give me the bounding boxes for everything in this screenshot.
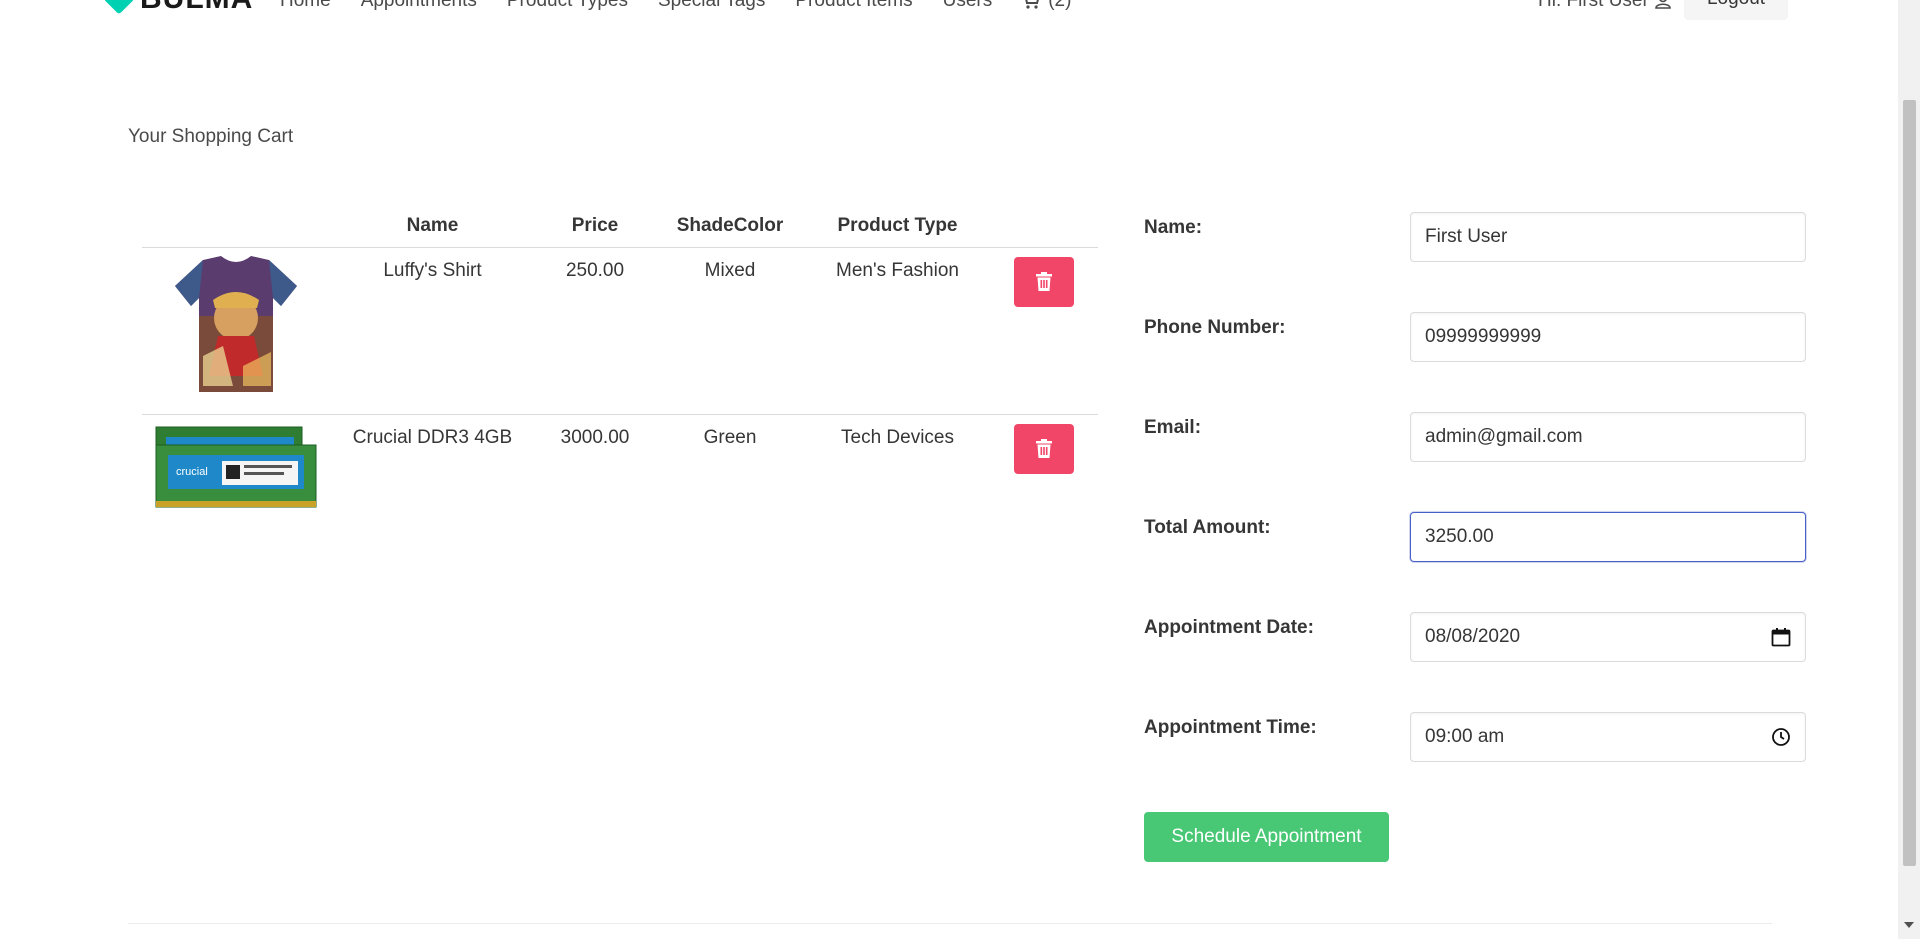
footer-divider bbox=[128, 923, 1772, 924]
clock-icon[interactable] bbox=[1771, 727, 1791, 747]
date-label: Appointment Date: bbox=[1144, 617, 1314, 638]
email-value: admin@gmail.com bbox=[1425, 426, 1583, 447]
nav-item-users[interactable]: Users bbox=[943, 0, 993, 12]
product-image-cell: crucial bbox=[142, 414, 330, 534]
appointment-date-field[interactable]: 08/08/2020 bbox=[1410, 612, 1806, 662]
nav-item-product-types[interactable]: Product Types bbox=[507, 0, 628, 12]
delete-button[interactable] bbox=[1014, 256, 1074, 307]
product-price: 3000.00 bbox=[560, 426, 630, 448]
name-value: First User bbox=[1425, 226, 1508, 247]
svg-text:crucial: crucial bbox=[176, 466, 208, 478]
trash-icon bbox=[1036, 272, 1052, 291]
cart-table: Name Price ShadeColor Product Type Luffy… bbox=[142, 206, 1098, 534]
column-header-image bbox=[142, 206, 330, 248]
product-name: Luffy's Shirt bbox=[330, 247, 535, 415]
delete-button[interactable] bbox=[1014, 423, 1074, 474]
calendar-icon[interactable] bbox=[1771, 627, 1791, 647]
navbar: BULMA Home Appointments Product Types Sp… bbox=[0, 0, 1898, 22]
nav-item-cart[interactable]: (2) bbox=[1022, 0, 1071, 12]
name-field[interactable]: First User bbox=[1410, 212, 1806, 262]
total-amount-field[interactable]: 3250.00 bbox=[1410, 512, 1806, 562]
column-header-actions bbox=[990, 206, 1098, 248]
nav-item-special-tags[interactable]: Special Tags bbox=[658, 0, 765, 12]
product-type: Tech Devices bbox=[841, 426, 954, 448]
nav-item-product-items[interactable]: Product Items bbox=[795, 0, 912, 12]
action-cell bbox=[990, 414, 1098, 534]
scrollbar-thumb[interactable] bbox=[1903, 100, 1916, 866]
table-row: Luffy's Shirt 250.00 Mixed Men's Fashion bbox=[142, 247, 1098, 415]
table-row: crucial Crucial DDR3 4GB 3000.00 Green T… bbox=[142, 414, 1098, 534]
page-title: Your Shopping Cart bbox=[128, 126, 294, 147]
user-icon bbox=[1655, 0, 1671, 9]
page-scrollbar[interactable] bbox=[1898, 0, 1920, 939]
appointment-time-field[interactable]: 09:00 am bbox=[1410, 712, 1806, 762]
product-image-cell bbox=[142, 247, 330, 415]
column-header-type: Product Type bbox=[805, 206, 990, 248]
cart-count: (2) bbox=[1048, 0, 1072, 11]
brand-text: BULMA bbox=[140, 0, 253, 16]
email-field[interactable]: admin@gmail.com bbox=[1410, 412, 1806, 462]
greeting-text: Hi: First User bbox=[1538, 0, 1649, 11]
user-greeting: Hi: First User bbox=[1538, 0, 1671, 12]
scroll-down-arrow-icon[interactable] bbox=[1904, 922, 1914, 928]
name-label: Name: bbox=[1144, 217, 1203, 238]
phone-value: 09999999999 bbox=[1425, 326, 1542, 347]
time-label: Appointment Time: bbox=[1144, 717, 1317, 738]
product-price: 250.00 bbox=[535, 247, 655, 415]
shirt-thumbnail bbox=[175, 255, 297, 392]
cart-icon bbox=[1025, 0, 1040, 9]
phone-field[interactable]: 09999999999 bbox=[1410, 312, 1806, 362]
nav-item-appointments[interactable]: Appointments bbox=[361, 0, 477, 12]
brand-mark-icon bbox=[103, 0, 135, 15]
product-shade: Mixed bbox=[655, 247, 805, 415]
action-cell bbox=[990, 247, 1098, 415]
table-header-row: Name Price ShadeColor Product Type bbox=[142, 206, 1098, 248]
date-value: 08/08/2020 bbox=[1425, 626, 1521, 647]
product-name: Crucial DDR3 4GB bbox=[352, 426, 513, 448]
brand-logo[interactable]: BULMA bbox=[103, 0, 253, 16]
phone-label: Phone Number: bbox=[1144, 317, 1286, 338]
total-value: 3250.00 bbox=[1425, 526, 1494, 547]
nav-menu: Home Appointments Product Types Special … bbox=[280, 0, 1071, 12]
product-type: Men's Fashion bbox=[805, 247, 990, 415]
column-header-name: Name bbox=[330, 206, 535, 248]
schedule-appointment-button[interactable]: Schedule Appointment bbox=[1144, 812, 1389, 862]
email-label: Email: bbox=[1144, 417, 1202, 438]
trash-icon bbox=[1036, 439, 1052, 458]
nav-item-home[interactable]: Home bbox=[280, 0, 331, 12]
time-value: 09:00 am bbox=[1425, 726, 1505, 747]
product-shade: Green bbox=[703, 426, 757, 448]
column-header-price: Price bbox=[535, 206, 655, 248]
ram-thumbnail: crucial bbox=[155, 426, 317, 507]
total-label: Total Amount: bbox=[1144, 517, 1271, 538]
column-header-shade: ShadeColor bbox=[655, 206, 805, 248]
logout-button[interactable]: Logout bbox=[1684, 0, 1788, 20]
